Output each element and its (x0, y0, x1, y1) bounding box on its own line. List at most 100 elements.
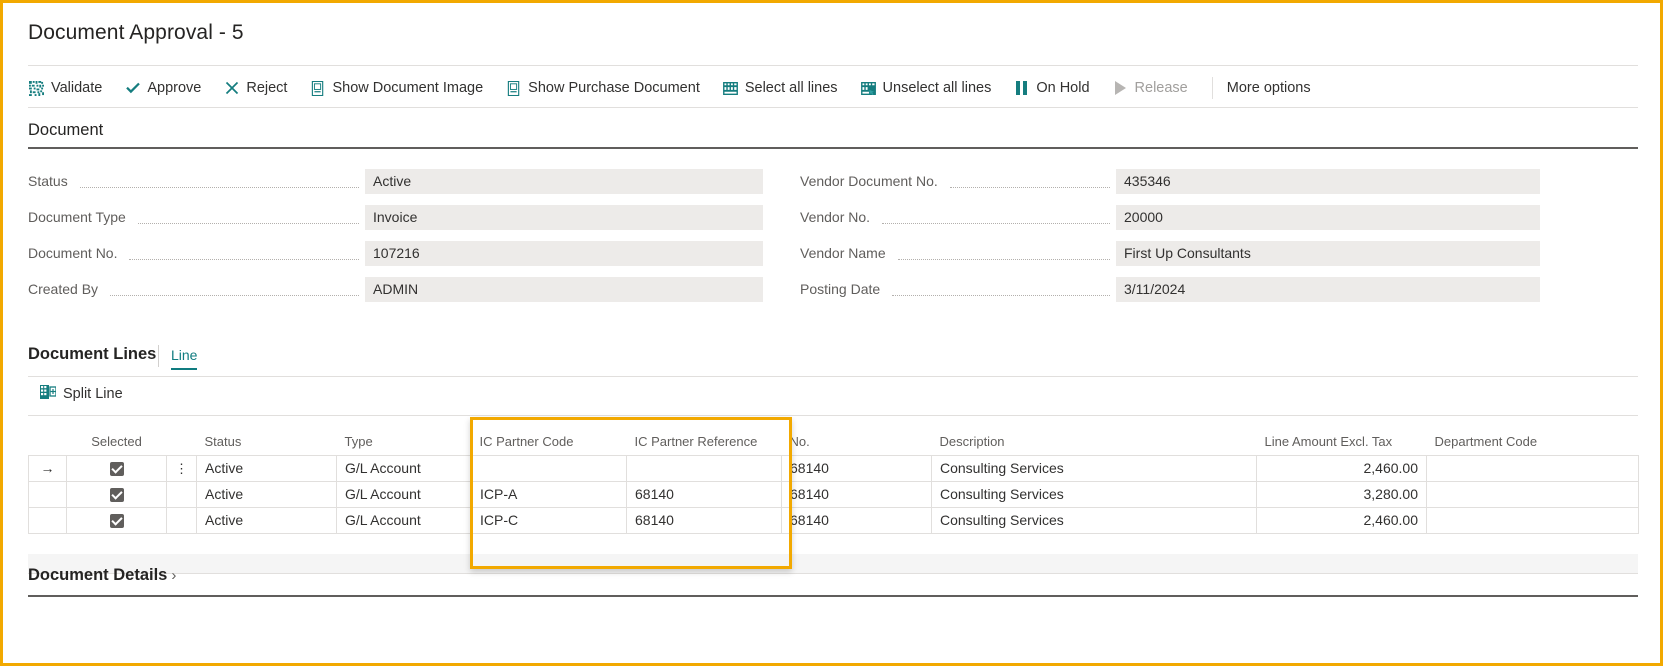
toolbar-top-divider (28, 65, 1638, 66)
col-selected[interactable]: Selected (67, 423, 167, 455)
checkbox-checked-icon[interactable] (110, 462, 124, 476)
document-lines-divider (158, 345, 159, 367)
split-line-button[interactable]: Split Line (40, 385, 123, 403)
field-status: Status Active (28, 163, 763, 199)
select-all-lines-button[interactable]: Select all lines (722, 77, 848, 100)
validate-label: Validate (51, 80, 102, 96)
toolbar-bottom-divider (28, 107, 1638, 108)
row-ic-partner-reference[interactable] (627, 455, 782, 481)
row-ic-partner-code[interactable] (472, 455, 627, 481)
release-button: Release (1112, 77, 1198, 100)
row-no[interactable]: 68140 (782, 455, 932, 481)
row-status[interactable]: Active (197, 481, 337, 507)
col-description[interactable]: Description (932, 423, 1257, 455)
col-ic-partner-reference[interactable]: IC Partner Reference (627, 423, 782, 455)
row-description[interactable]: Consulting Services (932, 507, 1257, 533)
field-posting-date-label: Posting Date (800, 281, 886, 297)
more-options-button[interactable]: More options (1227, 80, 1311, 96)
row-menu-cell[interactable] (167, 507, 197, 533)
on-hold-button[interactable]: On Hold (1013, 77, 1099, 100)
row-department-code[interactable] (1427, 481, 1639, 507)
row-ic-partner-reference[interactable]: 68140 (627, 507, 782, 533)
show-document-image-button[interactable]: Show Document Image (309, 77, 493, 100)
field-document-type-value[interactable]: Invoice (365, 205, 763, 230)
x-icon (223, 80, 240, 97)
checkbox-checked-icon[interactable] (110, 514, 124, 528)
row-no[interactable]: 68140 (782, 507, 932, 533)
approve-button[interactable]: Approve (124, 77, 211, 100)
row-line-amount-excl-tax[interactable]: 2,460.00 (1257, 455, 1427, 481)
checkbox-checked-icon[interactable] (110, 488, 124, 502)
grid-footer-strip (28, 554, 1638, 574)
show-document-image-label: Show Document Image (332, 80, 483, 96)
col-department-code[interactable]: Department Code (1427, 423, 1639, 455)
row-status[interactable]: Active (197, 455, 337, 481)
field-vendor-document-no: Vendor Document No. 435346 (800, 163, 1540, 199)
split-line-label: Split Line (63, 386, 123, 402)
field-status-value[interactable]: Active (365, 169, 763, 194)
document-image-icon (309, 80, 326, 97)
table-row[interactable]: Active G/L Account ICP-A 68140 68140 Con… (29, 481, 1639, 507)
row-department-code[interactable] (1427, 507, 1639, 533)
tab-line[interactable]: Line (171, 347, 197, 370)
row-selected-checkbox[interactable] (67, 455, 167, 481)
document-details-label: Document Details (28, 566, 167, 585)
document-fields-right-column: Vendor Document No. 435346 Vendor No. 20… (800, 163, 1540, 307)
show-purchase-document-label: Show Purchase Document (528, 80, 700, 96)
dot-leader (110, 295, 359, 296)
play-icon (1112, 80, 1129, 97)
row-selected-checkbox[interactable] (67, 481, 167, 507)
validate-button[interactable]: Validate (28, 77, 112, 100)
row-ic-partner-reference[interactable]: 68140 (627, 481, 782, 507)
field-vendor-no: Vendor No. 20000 (800, 199, 1540, 235)
split-line-icon (40, 385, 56, 403)
row-line-amount-excl-tax[interactable]: 2,460.00 (1257, 507, 1427, 533)
show-purchase-document-button[interactable]: Show Purchase Document (505, 77, 710, 100)
document-lines-grid: Selected Status Type IC Partner Code IC … (28, 423, 1638, 534)
row-ic-partner-code[interactable]: ICP-C (472, 507, 627, 533)
field-vendor-document-no-value[interactable]: 435346 (1116, 169, 1540, 194)
document-fields-left-column: Status Active Document Type Invoice Docu… (28, 163, 763, 307)
dot-leader (80, 187, 359, 188)
row-line-amount-excl-tax[interactable]: 3,280.00 (1257, 481, 1427, 507)
row-type[interactable]: G/L Account (337, 481, 472, 507)
row-description[interactable]: Consulting Services (932, 455, 1257, 481)
row-type[interactable]: G/L Account (337, 507, 472, 533)
reject-button[interactable]: Reject (223, 77, 297, 100)
document-section-title: Document (28, 121, 103, 140)
chevron-right-icon: › (171, 567, 176, 584)
kebab-icon[interactable]: ⋮ (175, 461, 188, 476)
document-details-toggle[interactable]: Document Details › (28, 566, 176, 585)
col-line-amount-excl-tax[interactable]: Line Amount Excl. Tax (1257, 423, 1427, 455)
row-description[interactable]: Consulting Services (932, 481, 1257, 507)
dot-leader (950, 187, 1110, 188)
row-no[interactable]: 68140 (782, 481, 932, 507)
col-no[interactable]: No. (782, 423, 932, 455)
lines-table-body: → ⋮ Active G/L Account 68140 Consulting … (29, 455, 1639, 533)
field-vendor-no-value[interactable]: 20000 (1116, 205, 1540, 230)
unselect-all-lines-button[interactable]: Unselect all lines (860, 77, 1002, 100)
field-posting-date-value[interactable]: 3/11/2024 (1116, 277, 1540, 302)
row-menu-button[interactable]: ⋮ (167, 455, 197, 481)
field-document-type-label: Document Type (28, 209, 132, 225)
field-vendor-name-value[interactable]: First Up Consultants (1116, 241, 1540, 266)
document-details-rule (28, 595, 1638, 597)
field-created-by-value[interactable]: ADMIN (365, 277, 763, 302)
row-menu-cell[interactable] (167, 481, 197, 507)
col-status[interactable]: Status (197, 423, 337, 455)
row-selected-checkbox[interactable] (67, 507, 167, 533)
row-status[interactable]: Active (197, 507, 337, 533)
row-type[interactable]: G/L Account (337, 455, 472, 481)
row-ic-partner-code[interactable]: ICP-A (472, 481, 627, 507)
field-document-no-value[interactable]: 107216 (365, 241, 763, 266)
col-ic-partner-code[interactable]: IC Partner Code (472, 423, 627, 455)
col-type[interactable]: Type (337, 423, 472, 455)
field-status-label: Status (28, 173, 74, 189)
table-row[interactable]: Active G/L Account ICP-C 68140 68140 Con… (29, 507, 1639, 533)
row-indicator-arrow (29, 507, 67, 533)
dot-leader (882, 223, 1110, 224)
row-department-code[interactable] (1427, 455, 1639, 481)
table-row[interactable]: → ⋮ Active G/L Account 68140 Consulting … (29, 455, 1639, 481)
field-document-no: Document No. 107216 (28, 235, 763, 271)
header-row: Selected Status Type IC Partner Code IC … (29, 423, 1639, 455)
